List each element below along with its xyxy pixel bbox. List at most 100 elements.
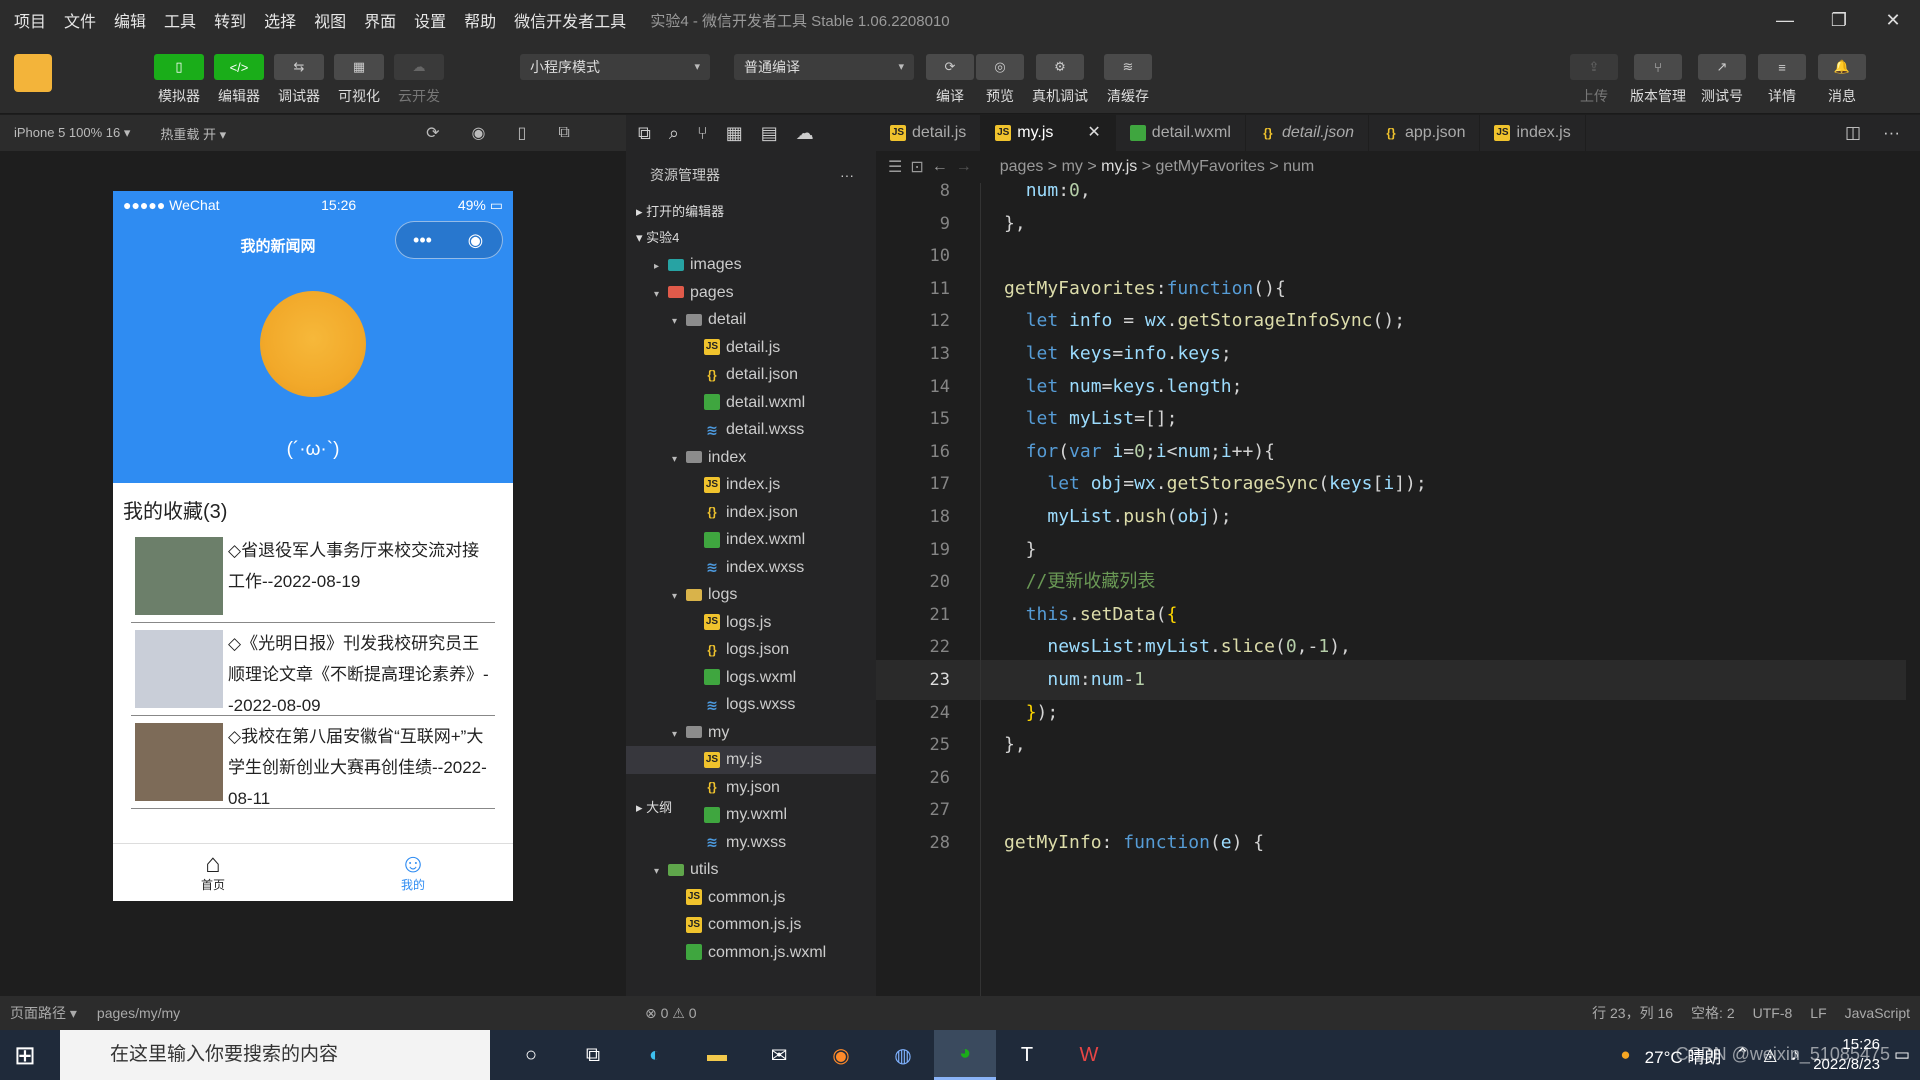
- toolbar-button[interactable]: </> 编辑器: [213, 54, 265, 106]
- git-icon[interactable]: ⑂: [697, 123, 708, 144]
- hot-reload-toggle[interactable]: 热重载 开 ▾: [160, 124, 226, 143]
- page-path-label[interactable]: 页面路径 ▾: [10, 996, 77, 1030]
- tree-item[interactable]: ▾ index: [626, 444, 876, 472]
- breadcrumb-item[interactable]: my.js: [1101, 158, 1137, 175]
- windows-start-icon[interactable]: ⊞: [14, 1042, 40, 1068]
- minimize-icon[interactable]: —: [1758, 0, 1812, 40]
- edge-icon[interactable]: ◐: [624, 1030, 686, 1080]
- maximize-icon[interactable]: ❐: [1812, 0, 1866, 40]
- breadcrumb-item[interactable]: my: [1062, 158, 1083, 175]
- wps-icon[interactable]: W: [1058, 1030, 1120, 1080]
- user-avatar[interactable]: [14, 54, 52, 92]
- tree-item[interactable]: ≋ logs.wxss: [626, 691, 876, 719]
- toolbar-button[interactable]: ⇆ 调试器: [273, 54, 325, 106]
- breadcrumb-item[interactable]: pages: [1000, 158, 1044, 175]
- action-button[interactable]: ◎ 预览: [970, 54, 1030, 106]
- tree-item[interactable]: ▸ images: [626, 251, 876, 279]
- tree-item[interactable]: index.wxml: [626, 526, 876, 554]
- files-icon[interactable]: ⧉: [638, 123, 651, 144]
- tree-item[interactable]: ▾ logs: [626, 581, 876, 609]
- right-action-button[interactable]: 🔔 消息: [1812, 54, 1872, 106]
- action-button[interactable]: ≋ 清缓存: [1098, 54, 1158, 106]
- tree-item[interactable]: JS index.js: [626, 471, 876, 499]
- typora-icon[interactable]: T: [996, 1030, 1058, 1080]
- breadcrumb-item[interactable]: getMyFavorites: [1156, 158, 1265, 175]
- project-section[interactable]: ▾ 实验4: [626, 225, 876, 251]
- editor-tab[interactable]: {} detail.json: [1246, 115, 1369, 151]
- editor-tab[interactable]: detail.wxml: [1116, 115, 1246, 151]
- toolbar-button[interactable]: ▯ 模拟器: [153, 54, 205, 106]
- tree-item[interactable]: JS logs.js: [626, 609, 876, 637]
- tree-item[interactable]: ▾ pages: [626, 279, 876, 307]
- close-icon[interactable]: ✕: [1866, 0, 1920, 40]
- tree-item[interactable]: ▾ my: [626, 719, 876, 747]
- explorer-more-icon[interactable]: ···: [840, 151, 854, 199]
- tree-item[interactable]: detail.wxml: [626, 389, 876, 417]
- tree-item[interactable]: {} logs.json: [626, 636, 876, 664]
- refresh-icon[interactable]: ⟳: [426, 123, 439, 143]
- tree-item[interactable]: JS common.js.js: [626, 911, 876, 939]
- right-action-button[interactable]: ≡ 详情: [1752, 54, 1812, 106]
- tab-home[interactable]: ⌂ 首页: [113, 844, 313, 901]
- stop-icon[interactable]: ◉: [472, 123, 486, 143]
- code-editor[interactable]: 8 num:0, 9}, 10 11 getMyFavorites:function()…: [876, 183, 1920, 996]
- open-editors-section[interactable]: ▸ 打开的编辑器: [626, 199, 876, 225]
- tree-item[interactable]: {} detail.json: [626, 361, 876, 389]
- tree-item[interactable]: JS my.js: [626, 746, 876, 774]
- firefox-icon[interactable]: ◉: [810, 1030, 872, 1080]
- tree-item[interactable]: common.js.wxml: [626, 939, 876, 967]
- notification-icon[interactable]: ▭: [1894, 1045, 1910, 1065]
- cursor-position[interactable]: 行 23，列 16: [1592, 996, 1673, 1030]
- close-tab-icon[interactable]: ✕: [1087, 124, 1100, 141]
- toolbar-button[interactable]: ▦ 可视化: [333, 54, 385, 106]
- code-line[interactable]: 28 getMyInfo: function(e) {: [876, 823, 1906, 863]
- news-item[interactable]: ◇《光明日报》刊发我校研究员王顺理论文章《不断提高理论素养》--2022-08-…: [131, 624, 495, 716]
- back-icon[interactable]: ←: [932, 158, 948, 176]
- wechat-devtools-icon[interactable]: ◕: [934, 1030, 996, 1080]
- taskbar-search-input[interactable]: 在这里输入你要搜索的内容: [60, 1030, 490, 1080]
- task-view-icon[interactable]: ⧉: [562, 1030, 624, 1080]
- popout-icon[interactable]: ⧉: [558, 124, 569, 142]
- news-item[interactable]: ◇省退役军人事务厅来校交流对接工作--2022-08-19: [131, 531, 495, 623]
- cloud-icon[interactable]: ☁: [796, 123, 814, 144]
- language-mode[interactable]: JavaScript: [1845, 996, 1910, 1030]
- tree-item[interactable]: ▾ utils: [626, 856, 876, 884]
- action-button[interactable]: ⚙ 真机调试: [1030, 54, 1090, 106]
- tree-item[interactable]: ≋ my.wxss: [626, 829, 876, 857]
- right-action-button[interactable]: ↗ 测试号: [1692, 54, 1752, 106]
- browser-icon[interactable]: ◍: [872, 1030, 934, 1080]
- breadcrumb-item[interactable]: num: [1283, 158, 1314, 175]
- tree-item[interactable]: JS detail.js: [626, 334, 876, 362]
- editor-tab[interactable]: JS index.js: [1480, 115, 1586, 151]
- mode-select[interactable]: 小程序模式: [520, 54, 710, 80]
- tree-item[interactable]: ▾ detail: [626, 306, 876, 334]
- phone-icon[interactable]: ▯: [518, 123, 527, 143]
- editor-tab[interactable]: {} app.json: [1369, 115, 1481, 151]
- forward-icon[interactable]: →: [956, 158, 972, 176]
- editor-tab[interactable]: JS my.js ✕: [981, 115, 1116, 151]
- problems-indicator[interactable]: ⊗ 0 ⚠ 0: [645, 996, 697, 1030]
- more-icon[interactable]: •••: [396, 230, 449, 251]
- tree-item[interactable]: {} index.json: [626, 499, 876, 527]
- debug-icon[interactable]: ▤: [761, 123, 778, 144]
- outline-section[interactable]: ▸ 大纲: [626, 795, 672, 821]
- indent-spaces[interactable]: 空格: 2: [1691, 996, 1735, 1030]
- compile-select[interactable]: 普通编译: [734, 54, 914, 80]
- tree-item[interactable]: JS common.js: [626, 884, 876, 912]
- tree-item[interactable]: ≋ detail.wxss: [626, 416, 876, 444]
- editor-tab[interactable]: JS detail.js: [876, 115, 982, 151]
- more-actions-icon[interactable]: ···: [1883, 115, 1900, 151]
- tree-item[interactable]: ≋ index.wxss: [626, 554, 876, 582]
- encoding[interactable]: UTF-8: [1753, 996, 1793, 1030]
- cortana-icon[interactable]: ○: [500, 1030, 562, 1080]
- file-explorer-icon[interactable]: ▬: [686, 1030, 748, 1080]
- device-select[interactable]: iPhone 5 100% 16 ▾: [14, 125, 130, 141]
- tree-item[interactable]: logs.wxml: [626, 664, 876, 692]
- bookmark-icon[interactable]: ⊡: [910, 157, 923, 177]
- mail-icon[interactable]: ✉: [748, 1030, 810, 1080]
- right-action-button[interactable]: ⑂ 版本管理: [1628, 54, 1688, 106]
- list-icon[interactable]: ☰: [888, 157, 902, 177]
- extensions-icon[interactable]: ▦: [726, 123, 743, 144]
- tab-mine[interactable]: ☺ 我的: [313, 844, 513, 901]
- news-item[interactable]: ◇我校在第八届安徽省“互联网+”大学生创新创业大赛再创佳绩--2022-08-1…: [131, 717, 495, 809]
